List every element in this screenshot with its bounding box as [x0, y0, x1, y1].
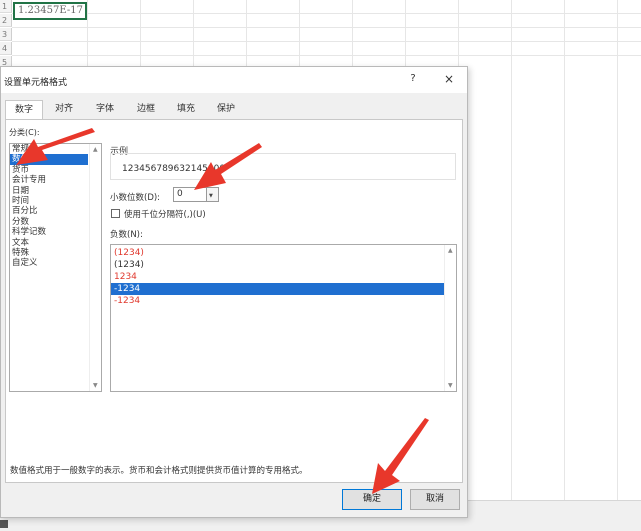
- category-text[interactable]: 文本: [10, 238, 88, 248]
- grid-line: [458, 0, 459, 66]
- decimal-places-input[interactable]: 0: [173, 187, 207, 202]
- grid-line: [299, 0, 300, 66]
- tab-protection[interactable]: 保护: [209, 100, 243, 120]
- dialog-titlebar[interactable]: 设置单元格格式 ? ×: [1, 67, 467, 93]
- negative-option-red-minus[interactable]: -1234: [111, 295, 444, 307]
- category-scrollbar[interactable]: ▲ ▼: [89, 144, 101, 391]
- thousands-separator-checkbox[interactable]: [111, 209, 120, 218]
- category-general[interactable]: 常规: [10, 144, 88, 154]
- grid-line: [12, 27, 641, 28]
- ok-button[interactable]: 确定: [342, 489, 402, 510]
- grid-line: [193, 0, 194, 66]
- spinner-down-icon[interactable]: ▼: [209, 193, 213, 199]
- grid-line: [12, 55, 641, 56]
- scroll-up-icon[interactable]: ▲: [448, 247, 453, 254]
- grid-line: [352, 0, 353, 66]
- scroll-up-icon[interactable]: ▲: [93, 146, 98, 153]
- row-header-4[interactable]: 4: [0, 42, 12, 55]
- tab-font[interactable]: 字体: [88, 100, 122, 120]
- row-header-1[interactable]: 1: [0, 0, 12, 13]
- grid-line: [12, 41, 641, 42]
- negative-numbers-label: 负数(N):: [110, 230, 143, 240]
- thousands-separator-label[interactable]: 使用千位分隔符(,)(U): [124, 208, 206, 220]
- cancel-button[interactable]: 取消: [410, 489, 460, 510]
- category-fraction[interactable]: 分数: [10, 217, 88, 227]
- grid-line: [87, 0, 88, 66]
- grid-line: [617, 0, 618, 500]
- grid-line: [511, 0, 512, 500]
- grid-line: [246, 0, 247, 66]
- row-header-3[interactable]: 3: [0, 28, 12, 41]
- category-scientific[interactable]: 科学记数: [10, 227, 88, 237]
- negative-numbers-list[interactable]: (1234) (1234) 1234 -1234 -1234 ▲ ▼: [110, 244, 457, 392]
- tab-alignment[interactable]: 对齐: [46, 100, 82, 120]
- negative-option-red-parens[interactable]: (1234): [111, 247, 444, 259]
- category-number[interactable]: 数值: [10, 154, 88, 165]
- grid-line: [140, 0, 141, 66]
- category-currency[interactable]: 货币: [10, 165, 88, 175]
- category-accounting[interactable]: 会计专用: [10, 175, 88, 185]
- grid-line: [564, 0, 565, 500]
- grid-line: [405, 0, 406, 66]
- category-label: 分类(C):: [9, 128, 40, 137]
- category-percentage[interactable]: 百分比: [10, 206, 88, 216]
- negative-option-parens[interactable]: (1234): [111, 259, 444, 271]
- dialog-title: 设置单元格格式: [4, 78, 68, 88]
- sheet-corner-marker: [0, 520, 8, 528]
- format-description: 数值格式用于一般数字的表示。货币和会计格式则提供货币值计算的专用格式。: [10, 466, 308, 476]
- negative-scrollbar[interactable]: ▲ ▼: [444, 245, 456, 391]
- decimal-places-spinner[interactable]: ▼: [207, 187, 219, 202]
- format-cells-dialog: 设置单元格格式 ? × 数字 对齐 字体 边框 填充 保护 分类(C): 常规 …: [0, 66, 468, 518]
- category-date[interactable]: 日期: [10, 186, 88, 196]
- scroll-down-icon[interactable]: ▼: [448, 382, 453, 389]
- sample-value: 123456789632145000: [122, 164, 226, 174]
- cell-a1[interactable]: 1.23457E-17: [13, 2, 87, 20]
- tab-number[interactable]: 数字: [5, 100, 43, 120]
- category-special[interactable]: 特殊: [10, 248, 88, 258]
- tab-border[interactable]: 边框: [129, 100, 163, 120]
- negative-option-minus[interactable]: -1234: [111, 283, 444, 295]
- tab-fill[interactable]: 填充: [169, 100, 203, 120]
- category-custom[interactable]: 自定义: [10, 258, 88, 268]
- sample-box: 123456789632145000: [110, 153, 456, 180]
- category-list[interactable]: 常规 数值 货币 会计专用 日期 时间 百分比 分数 科学记数 文本 特殊 自定…: [9, 143, 102, 392]
- row-header-2[interactable]: 2: [0, 14, 12, 27]
- help-button[interactable]: ?: [406, 73, 420, 87]
- category-time[interactable]: 时间: [10, 196, 88, 206]
- number-tab-panel: 分类(C): 常规 数值 货币 会计专用 日期 时间 百分比 分数 科学记数 文…: [5, 119, 463, 483]
- negative-option-red[interactable]: 1234: [111, 271, 444, 283]
- grid-line: [12, 13, 641, 14]
- close-button[interactable]: ×: [441, 72, 457, 88]
- decimal-places-label: 小数位数(D):: [110, 193, 161, 203]
- scroll-down-icon[interactable]: ▼: [93, 382, 98, 389]
